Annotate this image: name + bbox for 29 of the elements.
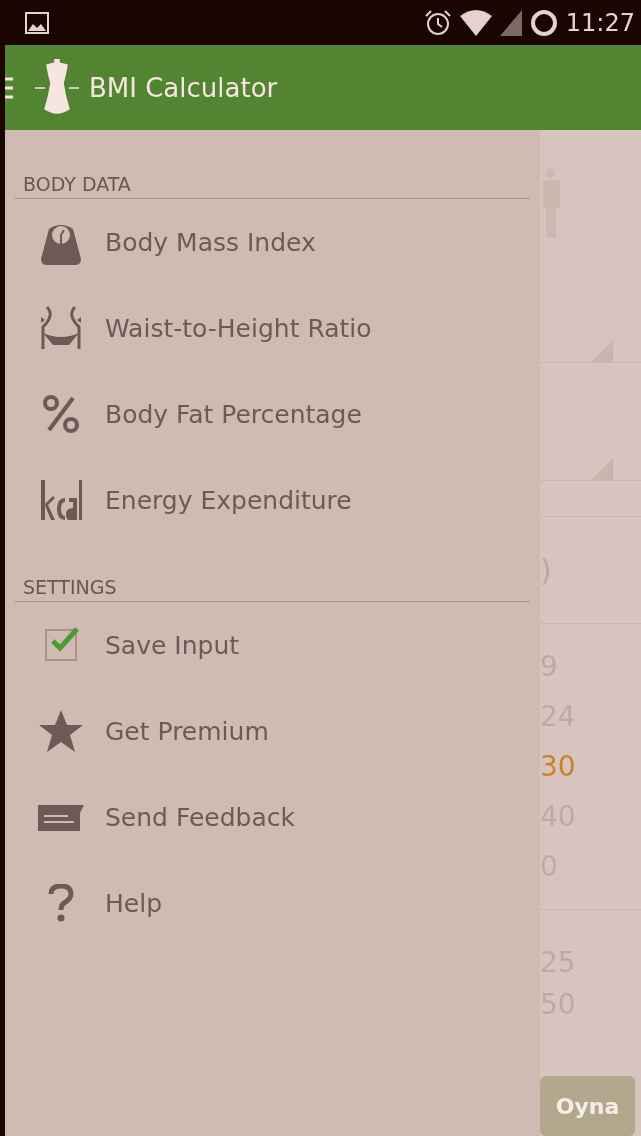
image-icon [25, 11, 49, 34]
ring-icon [529, 8, 558, 37]
signal-icon [499, 9, 522, 36]
menu-item[interactable]: Waist-to-Height Ratio [105, 313, 372, 343]
percent-icon [41, 394, 81, 434]
menu-item[interactable]: Help [105, 888, 162, 918]
star-icon [38, 709, 84, 753]
alarm-icon [423, 8, 452, 37]
help-icon [48, 884, 74, 922]
range-value: 30 [540, 749, 576, 785]
app-title: BMI Calculator [89, 72, 278, 103]
menu-item[interactable]: Body Fat Percentage [105, 399, 362, 429]
waist-icon [39, 305, 83, 351]
status-time: 11:27 [565, 8, 635, 37]
menu-item[interactable]: Body Mass Index [105, 227, 316, 257]
menu-icon[interactable] [5, 76, 13, 99]
kcal-icon [39, 478, 83, 522]
menu-item[interactable]: Get Premium [105, 716, 269, 746]
menu-item[interactable]: Energy Expenditure [105, 485, 352, 515]
section-header: BODY DATA [15, 170, 530, 199]
menu-item[interactable]: Send Feedback [105, 802, 295, 832]
checkbox[interactable] [45, 629, 77, 661]
mannequin-icon [35, 58, 79, 117]
wifi-icon [459, 9, 492, 36]
label-fragment: ) [540, 552, 552, 588]
section-header: SETTINGS [15, 573, 530, 602]
message-icon [38, 803, 84, 831]
play-button[interactable]: Oyna [540, 1076, 635, 1136]
menu-item[interactable]: Save Input [105, 630, 240, 660]
